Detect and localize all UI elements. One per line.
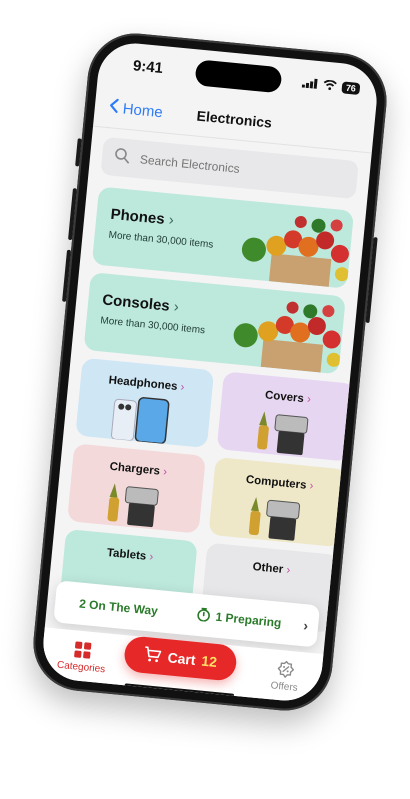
dynamic-island — [194, 59, 283, 94]
power-button — [365, 237, 378, 324]
search-input[interactable] — [137, 151, 346, 188]
tile-label: Chargers › — [109, 460, 168, 479]
banner-subtitle: More than 30,000 items — [99, 315, 206, 337]
chevron-right-icon: › — [308, 480, 314, 493]
tab-categories[interactable]: Categories — [53, 638, 112, 675]
banner-title: Phones › — [109, 205, 175, 229]
on-the-way-status: 2 On The Way — [78, 596, 159, 619]
stage: 9:41 76 Home Electronics Search Electron… — [0, 0, 410, 799]
banner-phones[interactable]: Phones › More than 30,000 items — [91, 186, 355, 289]
status-icons: 76 — [301, 75, 361, 98]
cart-count: 12 — [200, 652, 218, 670]
banner-title: Consoles › — [101, 291, 180, 316]
chevron-right-icon: › — [162, 465, 168, 479]
chevron-right-icon: › — [167, 211, 175, 229]
volume-up-button — [68, 188, 77, 241]
wifi-icon — [322, 77, 338, 96]
phone-frame: 9:41 76 Home Electronics Search Electron… — [29, 29, 391, 715]
signal-icon — [301, 75, 319, 94]
banner-subtitle: More than 30,000 items — [108, 229, 214, 251]
tab-offers[interactable]: Offers — [262, 659, 309, 695]
side-button — [75, 138, 82, 167]
tile-label: Other › — [252, 561, 291, 577]
tile-label: Headphones › — [108, 374, 185, 394]
tile-chargers[interactable]: Chargers › — [67, 443, 206, 534]
battery-indicator: 76 — [341, 81, 361, 96]
banner-consoles[interactable]: Consoles › More than 30,000 items — [83, 272, 346, 375]
chevron-right-icon: › — [148, 551, 154, 564]
volume-down-button — [62, 249, 72, 302]
preparing-label: 1 Preparing — [214, 609, 282, 630]
cart-button[interactable]: Cart 12 — [122, 635, 238, 682]
chevron-right-icon: › — [306, 393, 312, 406]
category-grid: Headphones › Covers › Chargers › Compute… — [58, 357, 356, 633]
preparing-status: 1 Preparing — [196, 606, 282, 631]
chevron-right-icon: › — [172, 298, 180, 316]
chevron-right-icon: › — [285, 564, 291, 577]
timer-icon — [196, 606, 212, 624]
cart-label: Cart — [166, 649, 197, 668]
home-indicator — [124, 683, 235, 698]
screen: 9:41 76 Home Electronics Search Electron… — [39, 40, 381, 704]
tile-label: Computers › — [245, 473, 314, 493]
tile-headphones[interactable]: Headphones › — [75, 357, 215, 449]
groceries-image — [241, 216, 349, 287]
juicer-image — [107, 483, 159, 528]
juicer-image — [257, 411, 309, 456]
chevron-right-icon: › — [180, 381, 185, 394]
groceries-image — [233, 301, 341, 373]
tile-covers[interactable]: Covers › — [216, 371, 356, 462]
cart-icon — [143, 645, 163, 666]
phone-product-image — [111, 397, 170, 445]
chevron-right-icon: › — [302, 617, 309, 634]
tile-computers[interactable]: Computers › — [208, 456, 348, 548]
status-time: 9:41 — [132, 57, 164, 78]
tile-label: Tablets › — [106, 546, 154, 564]
tile-label: Covers › — [264, 389, 312, 406]
search-icon — [113, 146, 131, 168]
juicer-image — [248, 497, 301, 541]
